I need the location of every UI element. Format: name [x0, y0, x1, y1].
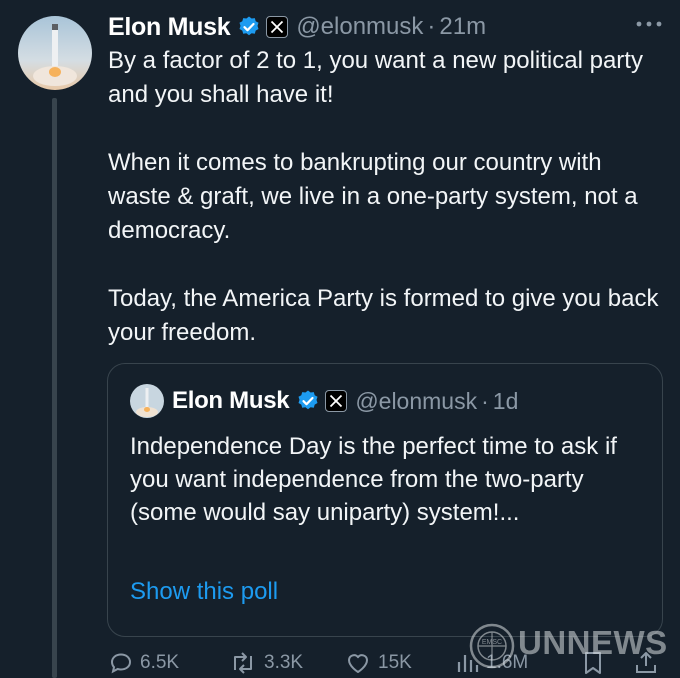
- verified-badge-icon[interactable]: [296, 389, 320, 413]
- tweet-header: Elon Musk @elonmusk · 21m: [108, 8, 486, 46]
- tweet-paragraph: Today, the America Party is formed to gi…: [108, 285, 659, 346]
- show-poll-link[interactable]: Show this poll: [130, 578, 278, 606]
- like-count: 15K: [378, 652, 412, 673]
- x-logo-icon[interactable]: [325, 390, 348, 412]
- quoted-author-name[interactable]: Elon Musk: [172, 387, 290, 415]
- more-horizontal-icon[interactable]: [634, 14, 664, 34]
- quoted-tweet-card[interactable]: Elon Musk @elonmusk · 1d Independence Da…: [107, 363, 663, 637]
- quoted-author-avatar[interactable]: [130, 384, 164, 418]
- verified-badge-icon[interactable]: [237, 15, 261, 39]
- tweet-timestamp[interactable]: 21m: [439, 13, 486, 41]
- reply-count: 6.5K: [140, 652, 180, 673]
- author-avatar[interactable]: [18, 16, 92, 90]
- seal-text: EMSC: [482, 639, 502, 646]
- repost-icon: [234, 652, 252, 674]
- quoted-tweet-header: Elon Musk @elonmusk · 1d: [172, 384, 518, 418]
- tweet-body: By a factor of 2 to 1, you want a new po…: [108, 44, 668, 384]
- author-name[interactable]: Elon Musk: [108, 13, 231, 42]
- separator-dot: ·: [481, 387, 489, 414]
- author-handle[interactable]: @elonmusk: [296, 13, 423, 41]
- quoted-tweet-timestamp[interactable]: 1d: [493, 388, 519, 415]
- x-logo-icon[interactable]: [266, 16, 289, 38]
- quoted-author-handle[interactable]: @elonmusk: [355, 388, 477, 415]
- reply-icon: [110, 653, 132, 674]
- separator-dot: ·: [427, 13, 436, 40]
- heart-icon: [348, 654, 368, 673]
- watermark-text: UNNEWS: [518, 624, 668, 661]
- reply-button[interactable]: 6.5K: [108, 648, 179, 678]
- thread-line: [52, 98, 57, 678]
- repost-button[interactable]: 3.3K: [228, 648, 303, 678]
- unnews-watermark: EMSC UNNEWS: [466, 620, 676, 676]
- repost-count: 3.3K: [264, 652, 304, 673]
- tweet-paragraph: When it comes to bankrupting our country…: [108, 149, 638, 244]
- quoted-tweet-body: Independence Day is the perfect time to …: [130, 433, 617, 526]
- like-button[interactable]: 15K: [344, 648, 412, 678]
- tweet-paragraph: By a factor of 2 to 1, you want a new po…: [108, 47, 643, 108]
- globe-seal-icon: EMSC: [469, 623, 515, 669]
- tweet-screenshot: Elon Musk @elonmusk · 21m By a factor of…: [0, 0, 680, 678]
